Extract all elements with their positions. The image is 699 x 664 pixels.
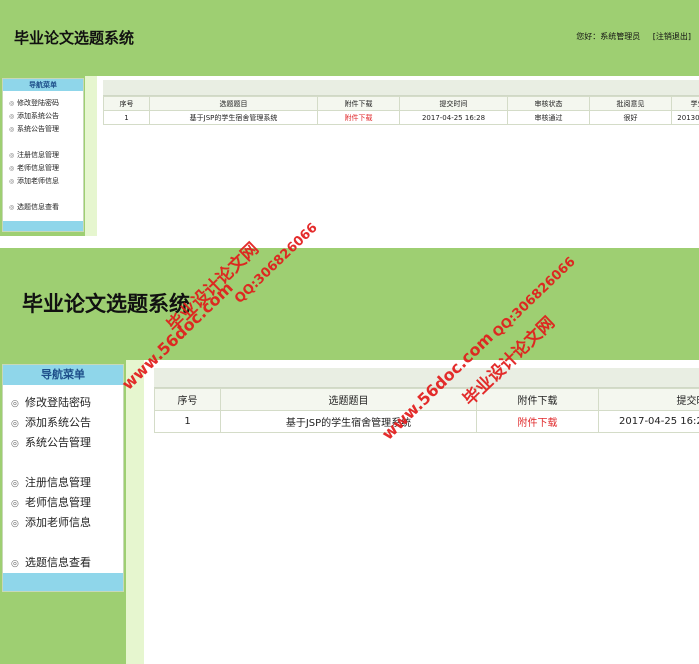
nav-footer: [3, 221, 83, 231]
cell-topic: 基于JSP的学生宿舍管理系统: [149, 110, 318, 125]
screenshot-full-view: 毕业论文选题系统 您好：系统管理员 [注销退出] 导航菜单 ◎ 修改登陆密码 ◎ 添…: [0, 0, 699, 236]
nav-heading: 导航菜单: [3, 365, 123, 385]
bullet-icon: ◎: [9, 152, 15, 159]
column-header: 序号: [154, 388, 221, 411]
column-header: 附件下载: [476, 388, 599, 411]
cell-student: 2013001 刘: [671, 110, 699, 125]
sidebar-divider: [126, 360, 144, 664]
cell-submitted: 2017-04-25 16:28: [598, 410, 699, 433]
bullet-icon: ◎: [11, 439, 19, 449]
sidebar-nav: 导航菜单 ◎ 修改登陆密码 ◎ 添加系统公告 ◎ 系统公告管理 ◎ 注册信息管理 ◎ 老师…: [2, 78, 84, 232]
sidebar-divider: [85, 76, 97, 236]
cell-comment: 很好: [589, 110, 672, 125]
nav-add-notice[interactable]: ◎ 添加系统公告: [9, 110, 83, 123]
content-toolbar: [103, 80, 699, 96]
bullet-icon: ◎: [11, 419, 19, 429]
nav-item-label: 系统公告管理: [25, 436, 91, 449]
nav-item-label: 添加系统公告: [17, 112, 59, 120]
nav-manage-notice[interactable]: ◎ 系统公告管理: [11, 433, 123, 453]
cell-index: 1: [154, 410, 221, 433]
main-content: 序号 选题题目 附件下载 提交时间 审核状态 批阅意见 学生 1 基于JSP的学…: [97, 76, 699, 236]
column-header: 审核状态: [507, 96, 590, 111]
nav-item-label: 修改登陆密码: [17, 99, 59, 107]
topics-table: 序号 选题题目 附件下载 提交时间 审核状态 批阅意见 学生 1 基于JSP的学…: [103, 96, 699, 125]
bullet-icon: ◎: [11, 499, 19, 509]
column-header: 批阅意见: [589, 96, 672, 111]
bullet-icon: ◎: [9, 113, 15, 120]
screenshot-zoomed-view: 毕业论文选题系统 导航菜单 ◎ 修改登陆密码 ◎ 添加系统公告 ◎ 系统公告管理 ◎ 注…: [0, 248, 699, 664]
nav-manage-notice[interactable]: ◎ 系统公告管理: [9, 123, 83, 136]
user-bar: 您好：系统管理员 [注销退出]: [576, 31, 691, 42]
column-header: 提交时间: [399, 96, 508, 111]
cell-topic: 基于JSP的学生宿舍管理系统: [220, 410, 477, 433]
table-row: 1 基于JSP的学生宿舍管理系统 附件下载 2017-04-25 16:28 审…: [103, 110, 699, 125]
column-header: 选题题目: [149, 96, 318, 111]
nav-footer: [3, 573, 123, 591]
nav-add-notice[interactable]: ◎ 添加系统公告: [11, 413, 123, 433]
app-title: 毕业论文选题系统: [22, 291, 190, 316]
nav-view-topics[interactable]: ◎ 选题信息查看: [11, 553, 123, 573]
sidebar-nav: 导航菜单 ◎ 修改登陆密码 ◎ 添加系统公告 ◎ 系统公告管理 ◎ 注册信息管理 ◎ 老师…: [2, 364, 124, 592]
cell-submitted: 2017-04-25 16:28: [399, 110, 508, 125]
attachment-download-link[interactable]: 附件下载: [476, 410, 599, 433]
bullet-icon: ◎: [11, 559, 19, 569]
column-header: 选题题目: [220, 388, 477, 411]
nav-item-label: 老师信息管理: [25, 496, 91, 509]
nav-add-teacher[interactable]: ◎ 添加老师信息: [9, 175, 83, 188]
bullet-icon: ◎: [11, 479, 19, 489]
column-header: 学生: [671, 96, 699, 111]
nav-manage-registrations[interactable]: ◎ 注册信息管理: [9, 149, 83, 162]
nav-item-label: 添加老师信息: [17, 177, 59, 185]
bullet-icon: ◎: [9, 178, 15, 185]
nav-item-label: 添加老师信息: [25, 516, 91, 529]
topics-table: 序号 选题题目 附件下载 提交时间 1 基于JSP的学生宿舍管理系统 附件下载 …: [154, 388, 699, 433]
bullet-icon: ◎: [9, 126, 15, 133]
cell-status: 审核通过: [507, 110, 590, 125]
nav-item-label: 注册信息管理: [17, 151, 59, 159]
bullet-icon: ◎: [9, 100, 15, 107]
nav-item-label: 选题信息查看: [25, 556, 91, 569]
table-row: 1 基于JSP的学生宿舍管理系统 附件下载 2017-04-25 16:28: [154, 410, 699, 433]
attachment-download-link[interactable]: 附件下载: [317, 110, 400, 125]
content-toolbar: [154, 368, 699, 388]
bullet-icon: ◎: [9, 165, 15, 172]
nav-item-label: 选题信息查看: [17, 203, 59, 211]
table-header-row: 序号 选题题目 附件下载 提交时间 审核状态 批阅意见 学生: [103, 96, 699, 111]
app-title: 毕业论文选题系统: [14, 29, 135, 47]
nav-item-label: 老师信息管理: [17, 164, 59, 172]
nav-item-label: 添加系统公告: [25, 416, 91, 429]
cell-index: 1: [103, 110, 150, 125]
nav-view-topics[interactable]: ◎ 选题信息查看: [9, 201, 83, 214]
nav-manage-teachers[interactable]: ◎ 老师信息管理: [11, 493, 123, 513]
user-greeting: 您好：系统管理员: [576, 32, 641, 41]
table-header-row: 序号 选题题目 附件下载 提交时间: [154, 388, 699, 411]
bullet-icon: ◎: [11, 399, 19, 409]
nav-item-label: 修改登陆密码: [25, 396, 91, 409]
nav-add-teacher[interactable]: ◎ 添加老师信息: [11, 513, 123, 533]
column-header: 序号: [103, 96, 150, 111]
logout-link[interactable]: [注销退出]: [653, 32, 691, 41]
bullet-icon: ◎: [11, 519, 19, 529]
nav-change-password[interactable]: ◎ 修改登陆密码: [9, 97, 83, 110]
main-content: 序号 选题题目 附件下载 提交时间 1 基于JSP的学生宿舍管理系统 附件下载 …: [144, 360, 699, 664]
nav-change-password[interactable]: ◎ 修改登陆密码: [11, 393, 123, 413]
nav-manage-registrations[interactable]: ◎ 注册信息管理: [11, 473, 123, 493]
nav-item-label: 注册信息管理: [25, 476, 91, 489]
nav-item-label: 系统公告管理: [17, 125, 59, 133]
bullet-icon: ◎: [9, 204, 15, 211]
column-header: 附件下载: [317, 96, 400, 111]
nav-manage-teachers[interactable]: ◎ 老师信息管理: [9, 162, 83, 175]
column-header: 提交时间: [598, 388, 699, 411]
nav-heading: 导航菜单: [3, 79, 83, 91]
